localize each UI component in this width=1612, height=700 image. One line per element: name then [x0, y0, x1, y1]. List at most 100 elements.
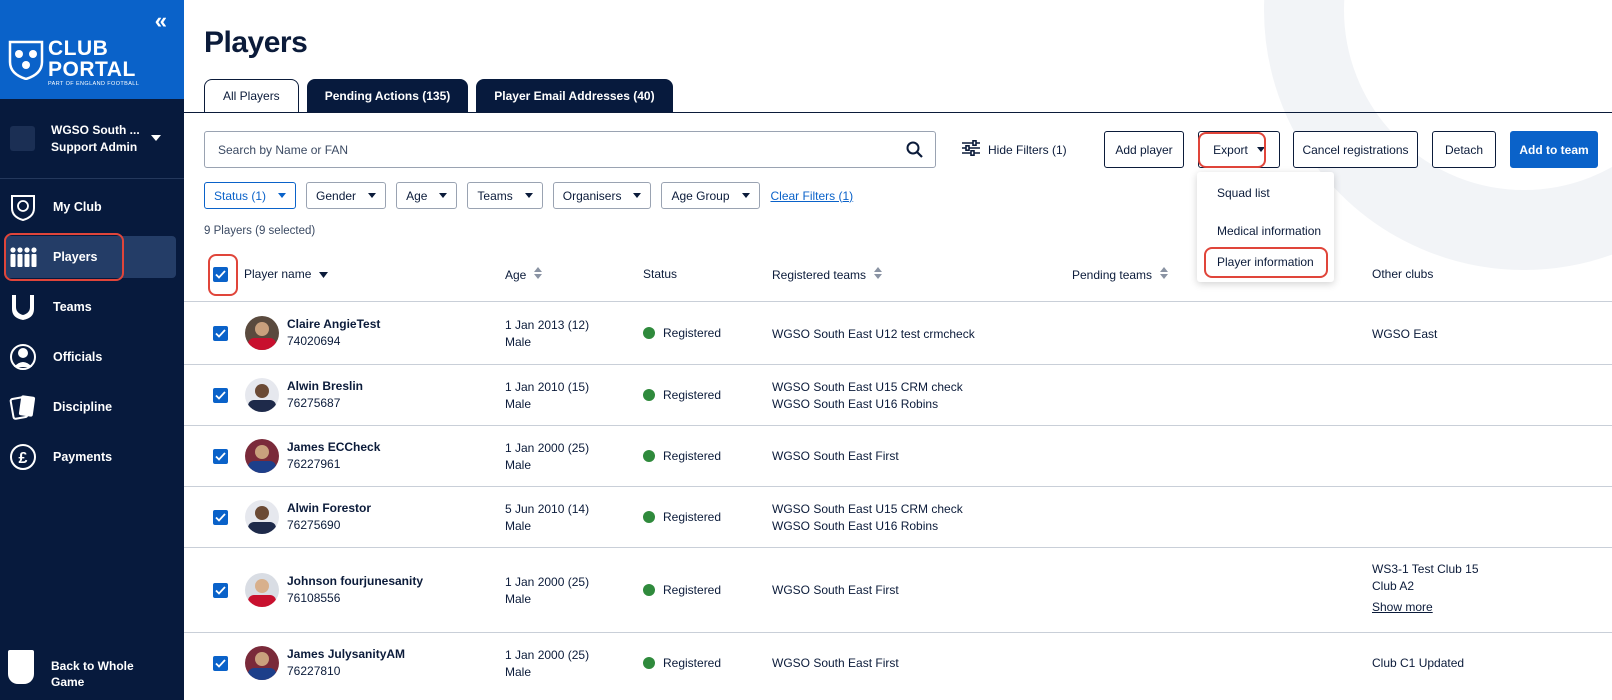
- dob: 1 Jan 2000 (25): [505, 441, 590, 455]
- gender: Male: [505, 335, 532, 349]
- chevron-down-icon[interactable]: [151, 135, 161, 141]
- row-checkbox[interactable]: [213, 510, 228, 525]
- sidebar-item-payments[interactable]: £ Payments: [4, 436, 176, 478]
- player-name[interactable]: Alwin Breslin: [287, 379, 363, 393]
- menu-item-medical-information[interactable]: Medical information: [1217, 224, 1321, 238]
- collapse-sidebar-icon[interactable]: «: [155, 8, 167, 34]
- add-player-button[interactable]: Add player: [1104, 131, 1184, 168]
- checkbox[interactable]: [213, 583, 228, 598]
- checkbox[interactable]: [213, 267, 228, 282]
- club-crest-logo: [8, 40, 44, 80]
- dob: 1 Jan 2000 (25): [505, 575, 590, 589]
- table-row[interactable]: Claire AngieTest 74020694 1 Jan 2013 (12…: [184, 303, 1612, 365]
- player-name[interactable]: Claire AngieTest: [287, 317, 380, 331]
- row-checkbox[interactable]: [213, 388, 228, 403]
- other-clubs: Club C1 Updated: [1372, 655, 1464, 672]
- select-all-checkbox[interactable]: [213, 267, 228, 282]
- search-input[interactable]: [205, 132, 885, 167]
- checkbox[interactable]: [213, 656, 228, 671]
- team-name: WGSO South East U15 CRM check: [772, 380, 963, 394]
- filter-teams[interactable]: Teams: [467, 182, 543, 209]
- tab-divider: [184, 112, 1612, 113]
- checkbox[interactable]: [213, 449, 228, 464]
- club-name: WS3-1 Test Club 15: [1372, 562, 1479, 576]
- player-name[interactable]: Johnson fourjunesanity: [287, 574, 423, 588]
- svg-text:£: £: [19, 450, 28, 467]
- back-to-whole-game-link[interactable]: Back to Whole Game: [0, 640, 184, 700]
- hide-filters-button[interactable]: Hide Filters (1): [962, 140, 1067, 159]
- row-checkbox[interactable]: [213, 449, 228, 464]
- table-row[interactable]: Alwin Breslin 76275687 1 Jan 2010 (15) Ma…: [184, 365, 1612, 426]
- portal-logo-text: CLUB PORTAL PART OF ENGLAND FOOTBALL: [48, 37, 140, 87]
- filter-age[interactable]: Age: [396, 182, 458, 209]
- sidebar-item-my-club[interactable]: My Club: [4, 186, 176, 228]
- player-age: 1 Jan 2000 (25) Male: [505, 574, 589, 608]
- sidebar-item-label: Payments: [53, 450, 113, 464]
- search-icon[interactable]: [906, 141, 923, 163]
- filter-status[interactable]: Status (1): [204, 182, 297, 209]
- filter-label: Age: [406, 188, 428, 203]
- chevron-down-icon: [524, 193, 533, 198]
- add-to-team-button[interactable]: Add to team: [1510, 131, 1598, 168]
- player-fan: 76227961: [287, 457, 341, 471]
- team-name: WGSO South East U15 CRM check: [772, 502, 963, 516]
- table-row[interactable]: James ECCheck 76227961 1 Jan 2000 (25) Ma…: [184, 426, 1612, 487]
- menu-item-squad-list[interactable]: Squad list: [1217, 186, 1270, 200]
- status-dot: [643, 389, 655, 401]
- fa-crest-icon: [8, 650, 34, 684]
- row-checkbox[interactable]: [213, 656, 228, 671]
- sidebar-item-discipline[interactable]: Discipline: [4, 386, 176, 428]
- checkbox[interactable]: [213, 510, 228, 525]
- row-checkbox[interactable]: [213, 326, 228, 341]
- table-row[interactable]: Alwin Forestor 76275690 5 Jun 2010 (14) M…: [184, 487, 1612, 548]
- status-dot: [643, 450, 655, 462]
- gender: Male: [505, 665, 532, 679]
- checkbox[interactable]: [213, 388, 228, 403]
- player-name[interactable]: James JulysanityAM: [287, 647, 405, 661]
- status-label: Registered: [663, 326, 722, 340]
- tab-pending-actions[interactable]: Pending Actions (135): [306, 79, 469, 113]
- highlight-outline: [1198, 132, 1266, 168]
- dob: 5 Jun 2010 (14): [505, 502, 590, 516]
- column-player-name[interactable]: Player name: [244, 267, 329, 281]
- avatar: [245, 316, 279, 350]
- sidebar-item-label: My Club: [53, 200, 102, 214]
- player-name[interactable]: Alwin Forestor: [287, 501, 371, 515]
- registered-teams: WGSO South East First: [772, 655, 899, 672]
- tab-all-players[interactable]: All Players: [204, 79, 299, 113]
- clear-filters-link[interactable]: Clear Filters (1): [771, 189, 854, 203]
- filter-label: Status (1): [214, 188, 267, 203]
- sidebar-item-players[interactable]: Players: [4, 233, 176, 281]
- filter-organisers[interactable]: Organisers: [552, 182, 652, 209]
- column-registered-teams[interactable]: Registered teams: [772, 267, 883, 282]
- team-name: WGSO South East First: [772, 656, 899, 670]
- column-age[interactable]: Age: [505, 267, 543, 282]
- table-row[interactable]: James JulysanityAM 76227810 1 Jan 2000 (…: [184, 633, 1612, 695]
- status-badge: Registered: [643, 583, 721, 597]
- sidebar-item-teams[interactable]: Teams: [4, 286, 176, 328]
- player-fan: 76275690: [287, 518, 341, 532]
- sidebar-item-officials[interactable]: Officials: [4, 336, 176, 378]
- player-name[interactable]: James ECCheck: [287, 440, 380, 454]
- table-row[interactable]: Johnson fourjunesanity 76108556 1 Jan 20…: [184, 548, 1612, 633]
- detach-button[interactable]: Detach: [1432, 131, 1496, 168]
- player-age: 1 Jan 2000 (25) Male: [505, 647, 589, 681]
- sort-icon: [1160, 267, 1169, 282]
- menu-item-player-information[interactable]: Player information: [1217, 255, 1314, 269]
- avatar: [245, 500, 279, 534]
- filter-gender[interactable]: Gender: [306, 182, 387, 209]
- account-switcher[interactable]: WGSO South ... Support Admin: [0, 99, 184, 179]
- checkbox[interactable]: [213, 326, 228, 341]
- page-title: Players: [204, 26, 308, 59]
- filter-label: Organisers: [562, 188, 622, 203]
- sort-icon: [874, 267, 883, 282]
- filter-age-group[interactable]: Age Group: [661, 182, 760, 209]
- show-more-link[interactable]: Show more: [1372, 599, 1479, 616]
- column-pending-teams[interactable]: Pending teams: [1072, 267, 1169, 282]
- sliders-icon: [962, 140, 980, 159]
- tab-player-email-addresses[interactable]: Player Email Addresses (40): [476, 79, 673, 113]
- player-age: 1 Jan 2013 (12) Male: [505, 317, 589, 351]
- cancel-registrations-button[interactable]: Cancel registrations: [1293, 131, 1418, 168]
- filter-bar: Status (1) Gender Age Teams Organisers A…: [204, 182, 853, 209]
- row-checkbox[interactable]: [213, 583, 228, 598]
